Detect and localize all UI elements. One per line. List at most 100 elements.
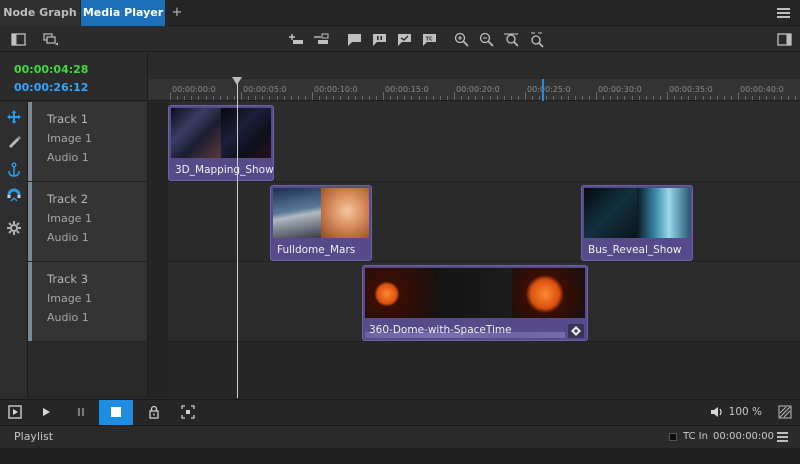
- ruler-tick: [730, 96, 732, 100]
- clip-fulldome-mars[interactable]: Fulldome_Mars: [270, 185, 372, 261]
- ruler-tick: [297, 96, 299, 100]
- thumbnail-image: [511, 268, 585, 318]
- pause-button[interactable]: [66, 400, 96, 425]
- ruler-label: 00:00:20:0: [456, 85, 500, 94]
- clip-name: 3D_Mapping_Show: [175, 164, 274, 176]
- ruler-tick: [283, 96, 285, 100]
- magnet-icon[interactable]: [6, 188, 22, 204]
- ruler-tick: [695, 96, 697, 100]
- marker-check-icon[interactable]: [396, 31, 413, 48]
- razor-tool-icon[interactable]: [6, 133, 22, 149]
- ruler-tick: [333, 96, 335, 100]
- settings-gear-icon[interactable]: [6, 220, 22, 236]
- time-ruler[interactable]: 00:00:00:0 00:00:05:0 00:00:10:0 00:00:1…: [148, 79, 800, 101]
- ruler-tick: [255, 96, 257, 100]
- out-point-marker[interactable]: [542, 79, 544, 101]
- ruler-tick: [262, 96, 264, 100]
- track-header-3[interactable]: Track 3 Image 1 Audio 1: [28, 262, 148, 342]
- ruler-tick: [198, 96, 200, 100]
- marker-tc-icon[interactable]: TC: [421, 31, 438, 48]
- ruler-tick: [461, 96, 463, 100]
- toggle-right-panel-icon[interactable]: [776, 31, 793, 48]
- ruler-label: 00:00:25:0: [527, 85, 571, 94]
- ruler-tick: [454, 92, 455, 100]
- ruler-tick: [390, 96, 392, 100]
- footer-strip: [0, 448, 800, 464]
- ruler-tick: [233, 96, 235, 100]
- timeline-pre-roll: [148, 102, 168, 398]
- track-header-empty: [28, 342, 148, 398]
- zoom-reset-icon[interactable]: [528, 31, 545, 48]
- play-button[interactable]: [31, 400, 61, 425]
- track-audio-label: Audio 1: [47, 311, 89, 324]
- track-header-2[interactable]: Track 2 Image 1 Audio 1: [28, 182, 148, 262]
- track-name: Track 1: [47, 112, 89, 126]
- ruler-label: 00:00:00:0: [172, 85, 216, 94]
- track-audio-label: Audio 1: [47, 231, 89, 244]
- playhead-line[interactable]: [237, 79, 238, 398]
- ruler-tick: [205, 96, 207, 100]
- add-tab-button[interactable]: +: [168, 0, 186, 26]
- ruler-tick: [532, 96, 534, 100]
- ruler-tick: [290, 96, 292, 100]
- tab-node-graph[interactable]: Node Graph: [0, 0, 80, 26]
- curve-editor-icon[interactable]: [770, 400, 800, 425]
- ruler-tick: [269, 96, 271, 100]
- move-tool-icon[interactable]: [6, 109, 22, 125]
- ruler-label: 00:00:10:0: [314, 85, 358, 94]
- status-menu-icon[interactable]: [777, 432, 788, 442]
- layers-icon[interactable]: [42, 31, 59, 48]
- stop-button[interactable]: [99, 400, 133, 425]
- snap-anchor-icon[interactable]: [6, 162, 22, 178]
- clip-bus-reveal-show[interactable]: Bus_Reveal_Show: [581, 185, 693, 261]
- remove-track-icon[interactable]: [313, 31, 330, 48]
- play-from-start-button[interactable]: [0, 400, 30, 425]
- ruler-tick: [347, 96, 349, 100]
- clip-thumbnails: [365, 268, 585, 318]
- hamburger-menu-icon[interactable]: [777, 8, 790, 18]
- clip-3d-mapping-show[interactable]: 3D_Mapping_Show: [168, 105, 274, 181]
- track-lane-2[interactable]: [168, 182, 800, 262]
- clip-name: Bus_Reveal_Show: [588, 244, 682, 256]
- keyframe-diamond-icon[interactable]: [568, 324, 584, 338]
- ruler-tick: [354, 96, 356, 100]
- thumbnail-image: [438, 268, 512, 318]
- ruler-tick: [326, 96, 328, 100]
- ruler-tick: [766, 96, 768, 100]
- ruler-tick: [645, 96, 647, 100]
- fullscreen-icon[interactable]: [173, 400, 203, 425]
- toggle-left-panel-icon[interactable]: [10, 31, 27, 48]
- ruler-tick: [525, 92, 526, 100]
- thumbnail-image: [365, 268, 439, 318]
- marker-pause-icon[interactable]: [371, 31, 388, 48]
- add-track-icon[interactable]: [288, 31, 305, 48]
- ruler-tick: [539, 96, 541, 100]
- ruler-tick: [404, 96, 406, 100]
- ruler-tick: [681, 96, 683, 100]
- volume-icon[interactable]: [702, 400, 732, 425]
- thumbnail-image: [273, 188, 321, 238]
- zoom-out-icon[interactable]: [478, 31, 495, 48]
- track-header-1[interactable]: Track 1 Image 1 Audio 1: [28, 102, 148, 182]
- lock-icon[interactable]: [139, 400, 169, 425]
- ruler-tick: [219, 96, 221, 100]
- timeline-area[interactable]: 3D_Mapping_Show Fulldome_Mars Bus_Reveal…: [148, 102, 800, 398]
- ruler-tick: [596, 92, 597, 100]
- playhead-handle[interactable]: [232, 77, 242, 85]
- ruler-tick: [709, 96, 711, 100]
- transport-bar: 100 %: [0, 399, 800, 425]
- ruler-tick: [752, 96, 754, 100]
- track-image-label: Image 1: [47, 212, 92, 225]
- ruler-tick: [468, 96, 470, 100]
- marker-flag-icon[interactable]: [346, 31, 363, 48]
- playlist-tab[interactable]: Playlist: [14, 430, 53, 443]
- zoom-in-icon[interactable]: [453, 31, 470, 48]
- zoom-fit-icon[interactable]: [503, 31, 520, 48]
- tab-media-player[interactable]: Media Player: [81, 0, 165, 26]
- track-name: Track 3: [47, 272, 89, 286]
- ruler-tick: [496, 96, 498, 100]
- toolbar: TC: [0, 27, 800, 52]
- ruler-label: 00:00:15:0: [385, 85, 429, 94]
- tc-in-value[interactable]: 00:00:00:00: [713, 431, 774, 442]
- clip-360-dome-spacetime[interactable]: 360-Dome-with-SpaceTime: [362, 265, 588, 341]
